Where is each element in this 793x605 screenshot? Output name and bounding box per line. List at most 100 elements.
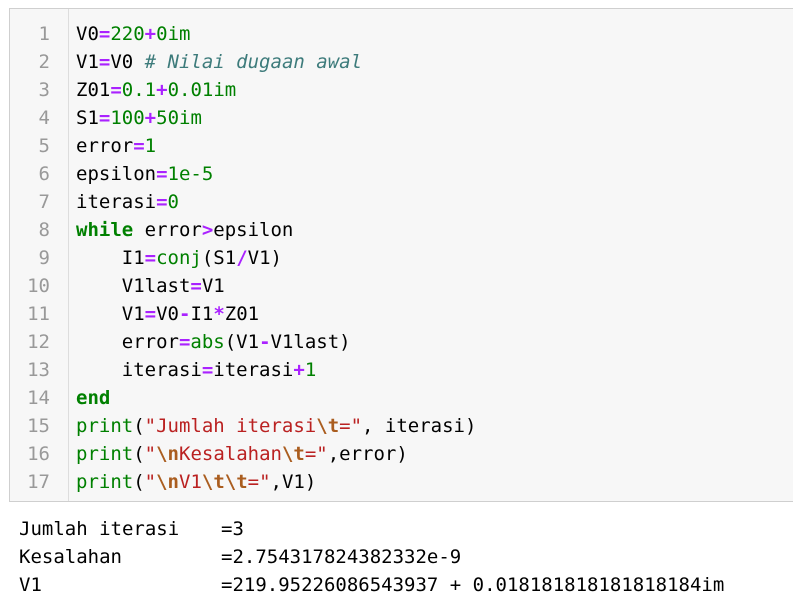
escape-token: \t\t (201, 471, 248, 493)
code-editor[interactable]: 1 V0=220+0im 2 V1=V0 # Nilai dugaan awal 3 Z0… (10, 20, 793, 496)
line-source: print("Jumlah iterasi\t=", iterasi) (76, 412, 476, 440)
operator-token: + (144, 23, 157, 45)
output-value: =3 (221, 518, 244, 540)
operator-token: = (98, 107, 111, 129)
string-token: " (144, 443, 157, 465)
keyword-token: while (76, 219, 134, 241)
number-token: 1e-5 (167, 163, 214, 185)
line-source: print("\nV1\t\t=",V1) (76, 468, 316, 496)
line-number: 14 (27, 387, 50, 409)
code-line: 2 V1=V0 # Nilai dugaan awal (10, 48, 793, 76)
code-line: 9 I1=conj(S1/V1) (10, 244, 793, 272)
operator-token: = (98, 23, 111, 45)
line-source: Z01=0.1+0.01im (76, 76, 236, 104)
code-token: V1 (201, 275, 225, 297)
code-token: V1 (76, 51, 99, 73)
operator-token: = (156, 163, 168, 185)
string-token: "Jumlah iterasi (144, 415, 317, 437)
code-line: 16 print("\nKesalahan\t=",error) (10, 440, 793, 468)
code-line: 15 print("Jumlah iterasi\t=", iterasi) (10, 412, 793, 440)
code-token: Z01 (224, 303, 260, 325)
line-source: end (76, 384, 110, 412)
string-token: Kesalahan (179, 443, 282, 465)
code-token: , iterasi) (362, 415, 477, 437)
line-number: 17 (27, 471, 50, 493)
output-label: Jumlah iterasi (19, 518, 180, 540)
number-token: 1 (144, 135, 157, 157)
line-source: print("\nKesalahan\t=",error) (76, 440, 408, 468)
code-line: 12 error=abs(V1-V1last) (10, 328, 793, 356)
code-token: V0 (110, 51, 145, 73)
code-line: 7 iterasi=0 (10, 188, 793, 216)
line-number: 8 (38, 219, 50, 241)
number-token: 220 (110, 23, 145, 45)
escape-token: \t (316, 415, 340, 437)
output-label: Kesalahan (19, 546, 122, 568)
operator-token: = (133, 135, 145, 157)
code-line: 11 V1=V0-I1*Z01 (10, 300, 793, 328)
line-number: 3 (38, 79, 50, 101)
code-token: ( (133, 415, 145, 437)
line-source: V1=V0-I1*Z01 (76, 300, 259, 328)
output-value: =2.754317824382332e-9 (221, 546, 462, 568)
code-line: 13 iterasi=iterasi+1 (10, 356, 793, 384)
cell-output: Jumlah iterasi =3 Kesalahan =2.754317824382… (19, 515, 793, 599)
line-number: 16 (27, 443, 50, 465)
code-token: iterasi (213, 359, 294, 381)
operator-token: / (236, 247, 248, 269)
line-source: epsilon=1e-5 (76, 160, 213, 188)
line-number: 6 (38, 163, 50, 185)
line-number: 9 (38, 247, 50, 269)
number-token: 0im (156, 23, 191, 45)
operator-token: + (293, 359, 305, 381)
operator-token: = (144, 303, 157, 325)
code-token: (S1 (201, 247, 237, 269)
code-token: iterasi (76, 191, 157, 213)
line-number: 11 (27, 303, 50, 325)
output-value: =219.95226086543937 + 0.0181818181818181… (221, 574, 725, 596)
string-token: =" (304, 443, 328, 465)
line-source: V0=220+0im (76, 20, 190, 48)
keyword-token: end (76, 387, 111, 409)
output-label: V1 (19, 574, 42, 596)
line-source: V1=V0 # Nilai dugaan awal (76, 48, 362, 76)
operator-token: + (156, 79, 168, 101)
line-source: while error>epsilon (76, 216, 293, 244)
code-token: error (76, 331, 179, 353)
code-line: 8 while error>epsilon (10, 216, 793, 244)
line-source: I1=conj(S1/V1) (76, 244, 282, 272)
code-token: Z01 (76, 79, 111, 101)
function-token: abs (190, 331, 225, 353)
line-number: 15 (27, 415, 50, 437)
code-token: ( (133, 443, 145, 465)
code-line: 3 Z01=0.1+0.01im (10, 76, 793, 104)
code-token: ( (133, 471, 145, 493)
code-line: 17 print("\nV1\t\t=",V1) (10, 468, 793, 496)
function-token: print (76, 443, 134, 465)
escape-token: \n (156, 443, 179, 465)
line-number: 13 (27, 359, 50, 381)
code-token: error (133, 219, 202, 241)
operator-token: = (144, 247, 157, 269)
line-source: iterasi=0 (76, 188, 179, 216)
code-token: V0 (156, 303, 179, 325)
code-line: 1 V0=220+0im (10, 20, 793, 48)
code-token: error (76, 135, 134, 157)
operator-token: = (110, 79, 122, 101)
operator-token: * (213, 303, 225, 325)
code-token: V1) (247, 247, 282, 269)
code-token: V1 (76, 303, 145, 325)
line-source: error=abs(V1-V1last) (76, 328, 351, 356)
line-number: 10 (27, 275, 50, 297)
operator-token: - (178, 303, 191, 325)
function-token: print (76, 415, 134, 437)
function-token: conj (156, 247, 202, 269)
code-line: 4 S1=100+50im (10, 104, 793, 132)
number-token: 0 (167, 191, 179, 213)
string-token: " (144, 471, 157, 493)
code-cell[interactable]: 1 V0=220+0im 2 V1=V0 # Nilai dugaan awal 3 Z0… (9, 8, 793, 502)
line-source: V1last=V1 (76, 272, 225, 300)
operator-token: - (259, 331, 271, 353)
code-token: S1 (76, 107, 99, 129)
string-token: =" (339, 415, 363, 437)
